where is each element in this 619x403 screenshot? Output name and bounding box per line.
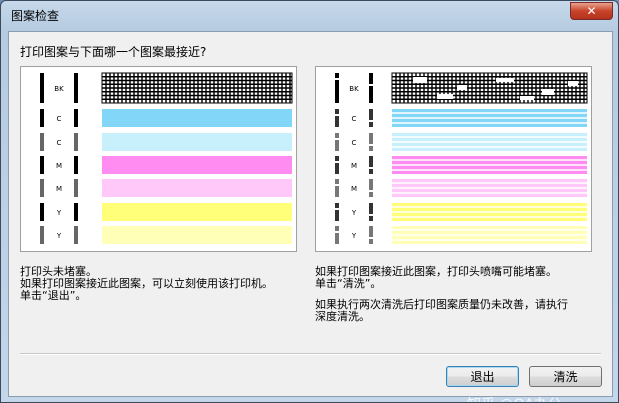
nozzle-markers-right (335, 73, 373, 244)
row-label-bk: BK (54, 85, 64, 93)
pattern-option-clogged[interactable]: BK C C M M Y Y (315, 66, 592, 252)
magenta-band-streaked (392, 156, 587, 174)
watermark: 知乎 @OA办公 (467, 394, 562, 402)
row-label-c-r: C (352, 115, 357, 123)
row-label-m-r: M (351, 162, 357, 170)
light-cyan-band (102, 133, 292, 151)
cyan-band-streaked (392, 109, 587, 127)
caption-line: 单击“清洗”。 (315, 277, 382, 290)
clogged-pattern-image: BK C C M M Y Y (335, 72, 588, 244)
cyan-band (102, 109, 292, 127)
question-text: 打印图案与下面哪一个图案最接近? (20, 45, 207, 59)
dialog-content: 打印图案与下面哪一个图案最接近? BK C C M M Y Y BK C C M… (8, 31, 613, 402)
clean-button[interactable]: 清洗 (529, 366, 602, 387)
magenta-band (102, 156, 292, 174)
clogged-pattern-caption: 如果打印图案接近此图案，打印头喷嘴可能堵塞。 单击“清洗”。 (315, 266, 557, 290)
row-label-c2: C (57, 139, 62, 147)
nozzle-markers-left (40, 73, 78, 244)
normal-pattern-image: BK C C M M Y Y (40, 72, 293, 244)
row-label-y2: Y (56, 232, 62, 240)
dialog-window: 图案检查 ✕ 打印图案与下面哪一个图案最接近? BK C C M M Y Y B… (0, 0, 619, 403)
light-yellow-band-streaked (392, 226, 587, 244)
close-button[interactable]: ✕ (570, 2, 613, 20)
normal-pattern-caption: 打印头未堵塞。 如果打印图案接近此图案，可以立刻使用该打印机。 单击“退出”。 (20, 266, 273, 302)
row-label-y-r: Y (351, 209, 357, 217)
light-magenta-band-streaked (392, 179, 587, 197)
black-grid-normal (101, 72, 293, 104)
deep-cleaning-caption: 如果执行两次清洗后打印图案质量仍未改善，请执行 深度清洗。 (315, 299, 568, 323)
row-label-m2-r: M (351, 185, 357, 193)
row-label-c: C (57, 115, 62, 123)
light-cyan-band-streaked (392, 133, 587, 151)
window-title: 图案检查 (11, 9, 60, 23)
exit-button[interactable]: 退出 (446, 366, 519, 387)
row-label-c2-r: C (352, 139, 357, 147)
row-label-y2-r: Y (351, 232, 357, 240)
yellow-band-streaked (392, 203, 587, 221)
row-label-m2: M (56, 185, 62, 193)
caption-line: 单击“退出”。 (20, 289, 87, 302)
row-label-y: Y (56, 209, 62, 217)
button-separator (20, 353, 601, 355)
black-grid-clogged (391, 72, 588, 104)
row-label-bk-r: BK (349, 85, 359, 93)
row-label-m: M (56, 162, 62, 170)
yellow-band (102, 203, 292, 221)
caption-line: 深度清洗。 (315, 310, 370, 323)
light-magenta-band (102, 179, 292, 197)
light-yellow-band (102, 226, 292, 244)
pattern-option-normal[interactable]: BK C C M M Y Y (20, 66, 297, 252)
title-bar[interactable]: 图案检查 ✕ (1, 1, 618, 31)
